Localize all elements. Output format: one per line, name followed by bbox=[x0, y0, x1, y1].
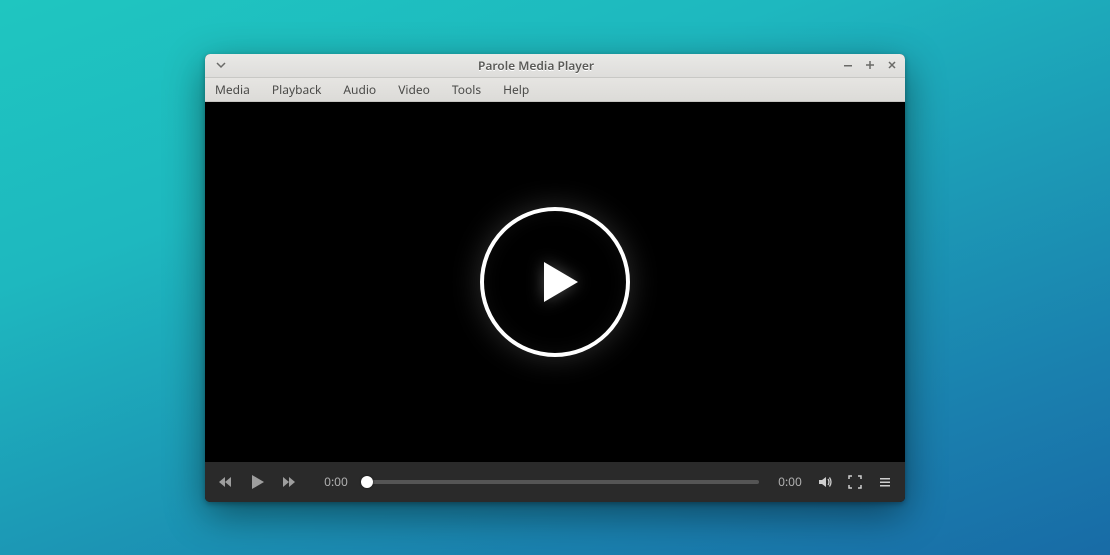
volume-icon bbox=[817, 474, 833, 490]
menubar: Media Playback Audio Video Tools Help bbox=[205, 78, 905, 102]
menu-icon bbox=[878, 475, 892, 489]
maximize-button[interactable] bbox=[863, 58, 877, 72]
previous-button[interactable] bbox=[215, 472, 235, 492]
menu-help[interactable]: Help bbox=[499, 79, 533, 100]
play-button[interactable] bbox=[245, 470, 269, 494]
menu-tools[interactable]: Tools bbox=[448, 79, 485, 100]
menu-video[interactable]: Video bbox=[394, 79, 434, 100]
elapsed-time: 0:00 bbox=[321, 473, 351, 490]
window-title: Parole Media Player bbox=[231, 57, 841, 74]
duration-time: 0:00 bbox=[775, 473, 805, 490]
minimize-button[interactable] bbox=[841, 58, 855, 72]
video-area[interactable] bbox=[205, 102, 905, 462]
menu-playback[interactable]: Playback bbox=[268, 79, 326, 100]
maximize-icon bbox=[865, 60, 875, 70]
minimize-icon bbox=[843, 60, 853, 70]
menu-media[interactable]: Media bbox=[211, 79, 254, 100]
chevron-down-icon bbox=[216, 60, 226, 70]
play-icon bbox=[520, 247, 590, 317]
close-button[interactable] bbox=[885, 58, 899, 72]
skip-forward-icon bbox=[281, 474, 297, 490]
fullscreen-button[interactable] bbox=[845, 472, 865, 492]
volume-button[interactable] bbox=[815, 472, 835, 492]
titlebar: Parole Media Player bbox=[205, 54, 905, 78]
playlist-button[interactable] bbox=[875, 472, 895, 492]
next-button[interactable] bbox=[279, 472, 299, 492]
close-icon bbox=[887, 60, 897, 70]
menu-audio[interactable]: Audio bbox=[339, 79, 380, 100]
control-bar: 0:00 0:00 bbox=[205, 462, 905, 502]
window-menu-button[interactable] bbox=[211, 60, 231, 70]
big-play-button[interactable] bbox=[480, 207, 630, 357]
play-icon bbox=[247, 472, 267, 492]
seek-bar[interactable] bbox=[367, 480, 759, 484]
fullscreen-icon bbox=[848, 475, 862, 489]
skip-back-icon bbox=[217, 474, 233, 490]
app-window: Parole Media Player Media Playback Audio… bbox=[205, 54, 905, 502]
window-controls bbox=[841, 58, 899, 72]
seek-thumb[interactable] bbox=[361, 476, 373, 488]
